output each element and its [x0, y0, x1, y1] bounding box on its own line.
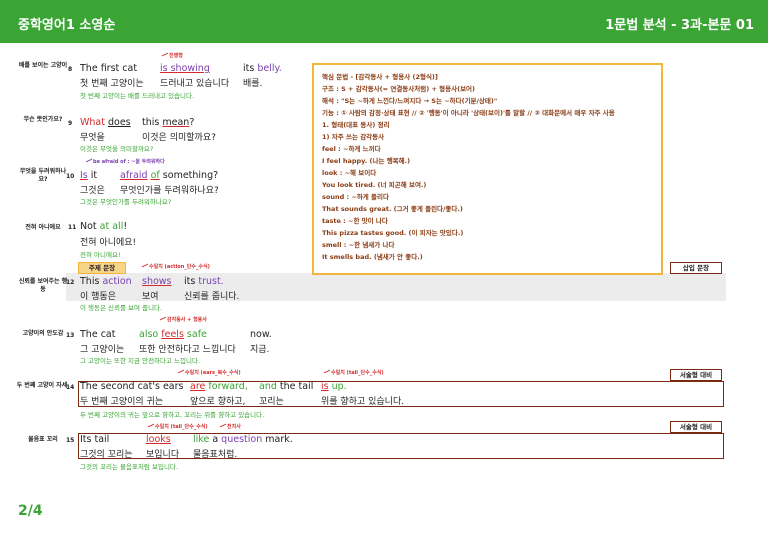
grammar-line: You look tired. (너 피곤해 보여.)	[322, 181, 427, 189]
row-15-ko-2: 보입니다	[146, 450, 180, 460]
grammar-line: I feel happy. (나는 행복해.)	[322, 157, 411, 165]
row-15-annotation-1: 수일치 (tail_단수_수식)	[148, 423, 208, 430]
insert-sentence-tag: 삽입 문장	[670, 262, 722, 274]
row-15-en-1: Its tail	[80, 434, 110, 445]
row-9-ko-1: 무엇을	[80, 133, 105, 143]
row-8-ko-2: 드러내고 있습니다	[160, 79, 230, 89]
row-15-number: 15	[66, 437, 75, 444]
row-14-en-4: is up.	[321, 381, 347, 392]
row-10-translation: 그것은 무엇인가를 두려워하나요?	[80, 198, 172, 206]
row-15-translation: 그것의 꼬리는 물음표처럼 보입니다.	[80, 463, 178, 471]
grammar-line: That sounds great. (그거 좋게 들린다/좋다.)	[322, 205, 463, 213]
row-12-number: 12	[66, 279, 75, 286]
row-14-ko-2: 앞으로 향하고,	[190, 397, 246, 407]
row-9-number: 9	[68, 120, 73, 127]
grammar-line: sound : ~하게 들리다	[322, 193, 389, 201]
row-10-annotation: be afraid of : ~을 두려워하다	[86, 158, 165, 165]
row-13-en-1: The cat	[80, 329, 116, 340]
grammar-line: 기능 : ① 사람의 감정·상태 표현 // ② '행동'이 아니라 '상태(보…	[322, 109, 615, 117]
row-9-translation: 이것은 무엇을 의미할까요?	[80, 145, 154, 153]
row-12-ko-2: 보여	[142, 292, 159, 302]
grammar-line: 핵심 문법 - [감각동사 + 형용사 (2형식)]	[322, 73, 438, 81]
row-14-en-2: are forward,	[190, 381, 248, 392]
row-9-side-label: 무슨 뜻인가요?	[23, 116, 63, 123]
row-14-translation: 두 번째 고양이의 귀는 앞으로 향하고, 꼬리는 위를 향하고 있습니다.	[80, 411, 265, 419]
row-13-side-label: 고양이의 안도감	[22, 330, 64, 337]
grammar-line: taste : ~한 맛이 나다	[322, 217, 388, 225]
row-8-number: 8	[68, 66, 73, 73]
row-11-number: 11	[68, 224, 77, 231]
row-15-side-label: 물음표 꼬리	[28, 436, 58, 443]
book-title: 중학영어1 소영순	[18, 18, 116, 33]
row-10-number: 10	[66, 173, 75, 180]
row-14-ko-3: 꼬리는	[259, 397, 284, 407]
row-12-annotation: 수일치 (action_단수_수식)	[142, 263, 210, 270]
grammar-line: It smells bad. (냄새가 안 좋다.)	[322, 253, 423, 261]
grammar-line: look : ~해 보이다	[322, 169, 377, 177]
row-14-annotation-2: 수일치 (tail_단수_수식)	[324, 369, 384, 376]
row-8-en-subject: The first cat	[80, 63, 138, 74]
grammar-line: 해석 : "S는 ~하게 느낀다/느껴지다 → S는 ~하다(기분/상태)"	[322, 97, 498, 105]
row-14-ko-4: 위를 향하고 있습니다.	[321, 397, 405, 407]
section-title: 1문법 분석 - 3과-본문 01	[605, 18, 754, 33]
row-13-en-2: also feels safe	[139, 329, 207, 340]
row-8-annotation: 진행형	[162, 52, 183, 59]
row-13-translation: 그 고양이는 또한 지금 안전하다고 느낍니다.	[80, 357, 201, 365]
row-11-translation: 전혀 아니에요!	[80, 251, 121, 259]
row-11-ko: 전혀 아니에요!	[80, 238, 137, 248]
row-8-side-label: 배를 보이는 고양이	[18, 62, 68, 69]
row-8-ko-3: 배를.	[243, 79, 263, 89]
row-12-en-3: its trust.	[184, 276, 224, 287]
row-13-ko-3: 지금.	[250, 345, 270, 355]
row-9-ko-2: 이것은 의미할까요?	[142, 133, 216, 143]
row-15-en-3: like a question mark.	[193, 434, 293, 445]
row-10-side-label: 무엇을 두려워하나요?	[19, 168, 67, 183]
grammar-line: 1. 형태(대표 동사) 정리	[322, 121, 390, 129]
row-10-en-1: Is it	[80, 170, 98, 181]
row-8-en-verb: is showing	[160, 63, 210, 74]
row-11-en: Not at all!	[80, 221, 128, 232]
row-9-en-1: What does	[80, 117, 131, 128]
row-15-annotation-2: 전치사	[220, 423, 241, 430]
row-14-en-3: and the tail	[259, 381, 314, 392]
row-9-en-2: this mean?	[142, 117, 195, 128]
row-8-en-object: its belly.	[243, 63, 282, 74]
row-12-translation: 이 행동은 신뢰를 보여 줍니다.	[80, 304, 163, 312]
row-14-ko-1: 두 번째 고양이의 귀는	[80, 397, 164, 407]
row-13-ko-2: 또한 안전하다고 느낍니다	[139, 345, 236, 355]
row-13-number: 13	[66, 332, 75, 339]
row-14-number: 14	[66, 384, 75, 391]
grammar-line: smell : ~한 냄새가 나다	[322, 241, 395, 249]
grammar-box: 핵심 문법 - [감각동사 + 형용사 (2형식)] 구조 : S + 감각동사…	[312, 63, 663, 275]
row-8-translation: 첫 번째 고양이는 배를 드러내고 있습니다.	[80, 92, 195, 100]
row-12-side-label: 신뢰를 보여주는 행동	[18, 278, 68, 293]
header-bar: 중학영어1 소영순 1문법 분석 - 3과-본문 01	[0, 0, 768, 43]
page-number: 2/4	[18, 503, 43, 519]
row-12-ko-1: 이 행동은	[80, 292, 116, 302]
row-8-ko-1: 첫 번째 고양이는	[80, 79, 144, 89]
row-14-en-1: The second cat's ears	[80, 381, 184, 392]
topic-sentence-tag: 주제 문장	[78, 262, 126, 274]
row-11-side-label: 전혀 아니에요	[25, 224, 61, 231]
row-12-en-2: shows	[142, 276, 172, 287]
row-15-ko-3: 물음표처럼.	[193, 450, 238, 460]
row-10-ko-1: 그것은	[80, 186, 105, 196]
row-15-ko-1: 그것의 꼬리는	[80, 450, 133, 460]
grammar-line: feel : ~하게 느끼다	[322, 145, 381, 153]
row-14-side-label: 두 번째 고양이 자세	[16, 382, 68, 389]
row-13-ko-1: 그 고양이는	[80, 345, 125, 355]
row-14-annotation-1: 수일치 (ears_복수_수식)	[178, 369, 241, 376]
grammar-line: This pizza tastes good. (이 피자는 맛있다.)	[322, 229, 464, 237]
row-13-annotation: 감각동사 + 형용사	[160, 316, 207, 323]
row-10-ko-2: 무엇인가를 두려워하나요?	[120, 186, 219, 196]
essay-prep-tag-1: 서술형 대비	[670, 369, 722, 381]
grammar-line: 1) 자주 쓰는 감각동사	[322, 133, 385, 141]
row-12-ko-3: 신뢰를 줍니다.	[184, 292, 240, 302]
row-10-en-2: afraid of something?	[120, 170, 219, 181]
row-15-en-2: looks	[146, 434, 171, 445]
grammar-line: 구조 : S + 감각동사(= 연결동사처럼) + 형용사(보어)	[322, 85, 476, 93]
essay-prep-tag-2: 서술형 대비	[670, 421, 722, 433]
row-12-en-1: This action	[80, 276, 132, 287]
row-13-en-3: now.	[250, 329, 272, 340]
